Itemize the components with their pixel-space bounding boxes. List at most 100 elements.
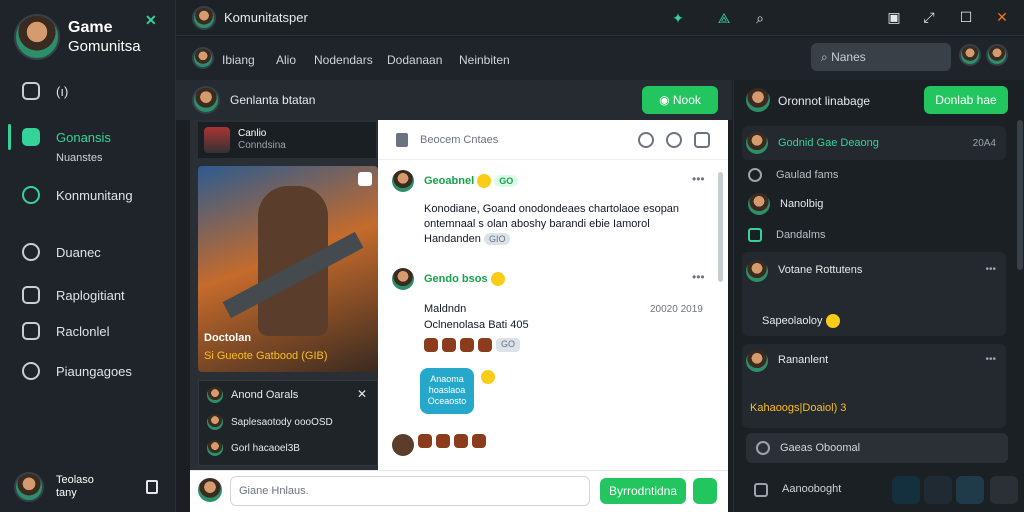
thread-item[interactable]: Votane Rottutens ••• Sapeolaoloy	[742, 252, 1006, 336]
more-options-icon[interactable]: •••	[985, 354, 996, 365]
tab-dodanaan[interactable]: Dodanaan	[387, 53, 442, 67]
friend-avatar-2[interactable]	[986, 44, 1008, 66]
composer-avatar	[198, 478, 222, 502]
user-profile[interactable]: Teolaso tany	[14, 472, 158, 502]
channel-avatar[interactable]	[192, 86, 220, 114]
feed-card[interactable]: Canlio Conndsina	[198, 122, 376, 158]
more-options-icon[interactable]: •••	[692, 270, 705, 284]
reaction-row[interactable]	[392, 434, 486, 456]
reaction[interactable]	[472, 434, 486, 448]
close-icon[interactable]: ✕	[994, 9, 1010, 25]
app-window: Game Gomunitsa ✕ (ı) Gonansis Konmunitan…	[0, 0, 1024, 512]
reaction[interactable]	[436, 434, 450, 448]
list-header-avatar	[207, 387, 223, 403]
close-icon[interactable]: ✕	[357, 387, 367, 401]
message-avatar[interactable]	[392, 170, 414, 192]
sidebar-item-piaungagoes[interactable]: Piaungagoes	[0, 354, 176, 388]
timer-icon[interactable]	[924, 476, 952, 504]
message-avatar[interactable]	[392, 268, 414, 290]
composer-button[interactable]: Byrrodntidna	[600, 478, 686, 504]
right-scrollbar[interactable]	[1017, 120, 1023, 270]
more-options-icon[interactable]: •••	[692, 172, 705, 186]
tab-nodendars[interactable]: Nodendars	[314, 53, 373, 67]
sidebar-item-raclonlel[interactable]: Raclonlel	[0, 314, 176, 348]
tab-ibiang[interactable]: Ibiang	[222, 53, 255, 67]
poster-menu-icon[interactable]	[358, 172, 372, 186]
search-icon[interactable]: ⌕	[752, 10, 768, 26]
list-item[interactable]: Saplesaotody oooOSD	[207, 411, 371, 433]
search-input[interactable]: ⌕ Nanes	[811, 43, 951, 71]
message-username: Gendo bsos	[424, 272, 488, 285]
channel-action-button[interactable]: ◉ Nook	[642, 86, 718, 114]
tab-alio[interactable]: Alio	[276, 53, 296, 67]
logout-icon[interactable]	[146, 480, 158, 494]
link-icon[interactable]: ⤢	[921, 9, 937, 25]
member-list: Anond Oarals ✕ Saplesaotody oooOSD Gorl …	[198, 380, 378, 466]
community-share-icon[interactable]: ⟁	[716, 10, 732, 26]
right-row[interactable]: Dandalms	[748, 228, 826, 242]
screenshot-icon[interactable]: ▣	[886, 9, 902, 25]
emoji-icon[interactable]	[666, 132, 682, 148]
game-poster[interactable]: Doctolan Si Gueote Gatbood (GIB)	[198, 166, 378, 372]
message-avatar[interactable]	[392, 434, 414, 456]
right-row[interactable]: Nanolbig	[748, 193, 823, 215]
puzzle-icon[interactable]: ✦	[670, 10, 686, 26]
right-row[interactable]: Gaulad fams	[748, 168, 838, 182]
reaction[interactable]	[424, 338, 438, 352]
clock-icon[interactable]	[638, 132, 654, 148]
thread-title: Rananlent	[778, 354, 829, 366]
topbar-avatar[interactable]	[192, 6, 216, 30]
send-icon[interactable]	[693, 478, 717, 504]
search-placeholder: Nanes	[831, 50, 866, 64]
shield-icon[interactable]	[956, 476, 984, 504]
sidebar-item-label: Konmunitang	[56, 187, 133, 203]
collapse-icon[interactable]: ✕	[145, 12, 157, 29]
edit-icon	[22, 286, 40, 304]
thread-body-text: Sapeolaoloy	[762, 314, 823, 327]
friend-avatar-1[interactable]	[959, 44, 981, 66]
tab-neinbiten[interactable]: Neinbiten	[459, 53, 510, 67]
chat-scrollbar[interactable]	[718, 172, 723, 282]
more-options-icon[interactable]: •••	[985, 264, 996, 275]
right-input[interactable]: Gaeas Oboomal	[746, 433, 1008, 463]
thread-time: 20A4	[972, 138, 996, 149]
stream-icon[interactable]	[892, 476, 920, 504]
chat-bubble[interactable]: Anaoma hoaslaoa Oceaosto	[420, 368, 474, 414]
search-icon	[748, 168, 762, 182]
chat-message: Geoabnel GO ••• Konodiane, Goand onodond…	[392, 170, 712, 250]
attach-icon[interactable]	[754, 483, 768, 497]
right-footer: Aanooboght	[742, 474, 1018, 506]
reaction[interactable]	[442, 338, 456, 352]
bell-icon[interactable]	[694, 132, 710, 148]
sidebar-item-raplogitiant[interactable]: Raplogitiant	[0, 278, 176, 312]
thread-title: Godnid Gae Deaong	[778, 137, 879, 149]
thread-item[interactable]: Rananlent ••• Kahaoogs|Doaiol) 3	[742, 344, 1006, 428]
maximize-icon[interactable]: ☐	[958, 9, 974, 25]
list-item[interactable]: Gorl hacaoel3B	[207, 437, 371, 459]
thread-item[interactable]: Godnid Gae Deaong 20A4	[742, 126, 1006, 160]
right-row-label: Gaulad fams	[776, 169, 839, 181]
right-header-button[interactable]: Donlab hae	[924, 86, 1008, 114]
sidebar-item-konmunitang[interactable]: Konmunitang	[0, 178, 176, 212]
globe-icon	[22, 243, 40, 261]
sidebar-item-gonansis[interactable]: Gonansis	[0, 120, 176, 154]
reaction-row[interactable]: GO	[424, 338, 521, 352]
message-input[interactable]: Giane Hnlaus.	[230, 476, 590, 506]
thread-body: Sapeolaoloy	[762, 314, 840, 328]
sidebar-item-status[interactable]: (ı)	[0, 74, 176, 108]
reaction[interactable]	[460, 338, 474, 352]
reaction[interactable]	[478, 338, 492, 352]
sidebar-item-duanec[interactable]: Duanec	[0, 235, 176, 269]
user-status: tany	[56, 487, 77, 499]
reaction[interactable]	[454, 434, 468, 448]
tabs-avatar[interactable]	[192, 47, 214, 69]
channel-name: Genlanta btatan	[230, 93, 316, 107]
sidebar-item-label: (ı)	[56, 83, 69, 99]
reaction[interactable]	[418, 434, 432, 448]
message-username: Geoabnel	[424, 174, 475, 187]
right-row-label: Nanolbig	[780, 198, 824, 210]
right-row-avatar	[748, 193, 770, 215]
pen-icon[interactable]	[990, 476, 1018, 504]
right-row-label: Dandalms	[776, 229, 826, 241]
chat-header-label: Beocem Cntaes	[420, 134, 499, 146]
